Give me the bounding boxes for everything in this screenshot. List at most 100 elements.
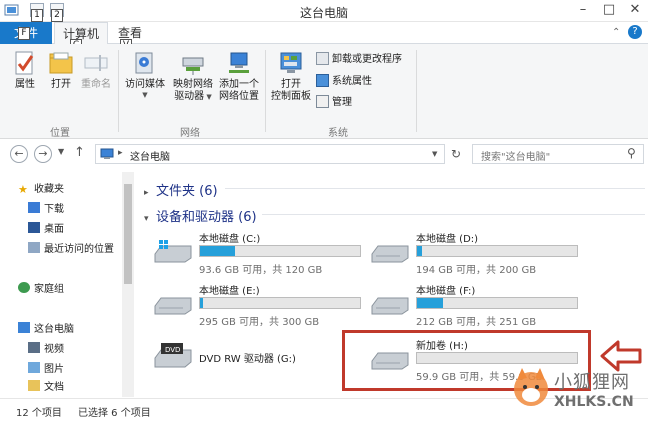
- drive-f[interactable]: 本地磁盘 (F:) 212 GB 可用，共 251 GB: [370, 282, 580, 330]
- media-icon: [132, 50, 158, 76]
- drive-info: 194 GB 可用，共 200 GB: [416, 265, 537, 276]
- nav-item-label: 图片: [44, 364, 64, 375]
- nav-item-homegroup[interactable]: 家庭组: [18, 282, 64, 298]
- ribbon-separator: [416, 50, 417, 132]
- group-label-network: 网络: [180, 128, 200, 139]
- search-icon[interactable]: ⚲: [627, 146, 636, 160]
- maximize-button[interactable]: □: [596, 0, 622, 20]
- add-network-label: 添加一个: [219, 79, 259, 90]
- dvd-drive-icon: DVD: [153, 340, 193, 368]
- recent-places-icon: [28, 242, 40, 253]
- access-media-button[interactable]: 访问媒体 ▼: [122, 50, 168, 99]
- folders-group-header[interactable]: ▸ 文件夹 (6): [144, 180, 218, 199]
- navigation-pane: ★ 收藏夹 下载 桌面 最近访问的位置 家庭组 这台电脑 视频 图片 文档: [0, 172, 136, 397]
- system-properties-label: 系统属性: [332, 76, 372, 87]
- minimize-button[interactable]: –: [570, 0, 596, 20]
- address-bar[interactable]: ▸ 这台电脑: [95, 144, 445, 164]
- drive-usage-bar: [416, 297, 578, 309]
- control-panel-icon: [278, 50, 304, 76]
- nav-item-downloads[interactable]: 下载: [28, 202, 64, 218]
- chevron-up-icon[interactable]: ⌃: [612, 27, 620, 38]
- refresh-icon[interactable]: ↻: [451, 147, 461, 161]
- system-properties-icon: [316, 74, 329, 87]
- selection-count: 已选择 6 个项目: [78, 408, 151, 419]
- download-folder-icon: [28, 202, 40, 213]
- drive-name: 本地磁盘 (D:): [416, 234, 479, 245]
- add-network-location-button[interactable]: 添加一个 网络位置: [216, 50, 262, 103]
- nav-item-label: 家庭组: [34, 284, 64, 295]
- drive-usage-fill: [417, 298, 443, 308]
- breadcrumb-separator-icon: ▸: [118, 148, 123, 158]
- star-icon: ★: [18, 183, 28, 196]
- manage-label: 管理: [332, 97, 352, 108]
- rename-button[interactable]: 重命名: [78, 50, 114, 91]
- nav-item-this-pc[interactable]: 这台电脑: [18, 322, 74, 338]
- drive-g[interactable]: DVD DVD RW 驱动器 (G:): [153, 336, 363, 384]
- navigation-bar: ← → ▼ ↑ ▸ 这台电脑 ▼ ↻ 搜索"这台电脑" ⚲: [0, 140, 648, 168]
- drive-info: 93.6 GB 可用，共 120 GB: [199, 265, 323, 276]
- group-label-location: 位置: [50, 128, 70, 139]
- drive-c[interactable]: 本地磁盘 (C:) 93.6 GB 可用，共 120 GB: [153, 230, 363, 278]
- drive-info: 295 GB 可用，共 300 GB: [199, 317, 320, 328]
- address-dropdown-icon[interactable]: ▼: [432, 150, 437, 158]
- group-label-system: 系统: [328, 128, 348, 139]
- drive-d[interactable]: 本地磁盘 (D:) 194 GB 可用，共 200 GB: [370, 230, 580, 278]
- search-placeholder: 搜索"这台电脑": [481, 152, 551, 163]
- map-network-label: 映射网络: [173, 79, 213, 90]
- map-drive-icon: [180, 50, 206, 76]
- nav-item-recent-places[interactable]: 最近访问的位置: [28, 242, 114, 258]
- watermark-en: XHLKS.CN: [554, 394, 634, 410]
- nav-pane-scrollbar-thumb[interactable]: [124, 184, 132, 284]
- nav-item-favorites[interactable]: ★ 收藏夹: [18, 182, 64, 198]
- back-icon[interactable]: ←: [10, 145, 28, 163]
- drive-e[interactable]: 本地磁盘 (E:) 295 GB 可用，共 300 GB: [153, 282, 363, 330]
- ribbon-tab-row: 文件 F 计算机 C 查看 V ⌃ ?: [0, 22, 648, 52]
- window-title: 这台电脑: [299, 6, 348, 20]
- search-input[interactable]: 搜索"这台电脑" ⚲: [472, 144, 644, 164]
- breadcrumb-path[interactable]: 这台电脑: [130, 148, 170, 163]
- pictures-folder-icon: [28, 362, 40, 373]
- map-network-drive-button[interactable]: 映射网络 驱动器 ▼: [170, 50, 216, 103]
- ribbon: 属性 打开 重命名 位置 访问媒体 ▼ 映射网络 驱动器 ▼ 添加一个 网络位置: [0, 44, 648, 139]
- rename-label: 重命名: [81, 79, 111, 90]
- drive-usage-bar: [199, 245, 361, 257]
- properties-button[interactable]: 属性: [8, 50, 42, 91]
- ribbon-separator: [265, 50, 266, 132]
- uninstall-icon: [316, 52, 329, 65]
- expand-chevron-icon: ▸: [144, 188, 149, 198]
- uninstall-programs-button[interactable]: 卸载或更改程序: [316, 52, 402, 68]
- nav-item-label: 收藏夹: [34, 184, 64, 195]
- nav-item-videos[interactable]: 视频: [28, 342, 64, 358]
- forward-icon[interactable]: →: [34, 145, 52, 163]
- nav-item-label: 下载: [44, 204, 64, 215]
- drive-usage-fill: [200, 246, 236, 256]
- nav-item-label: 最近访问的位置: [44, 244, 114, 255]
- nav-item-documents[interactable]: 文档: [28, 380, 64, 396]
- collapse-chevron-icon: ▾: [144, 214, 149, 224]
- open-button[interactable]: 打开: [45, 50, 77, 91]
- drive-usage-fill: [200, 298, 204, 308]
- devices-header: 设备和驱动器 (6): [156, 210, 257, 225]
- up-icon[interactable]: ↑: [74, 145, 85, 160]
- drive-info: 212 GB 可用，共 251 GB: [416, 317, 537, 328]
- nav-item-desktop[interactable]: 桌面: [28, 222, 64, 238]
- rename-icon: [83, 50, 109, 76]
- close-button[interactable]: ✕: [622, 0, 648, 20]
- computer-icon: [100, 148, 114, 160]
- manage-button[interactable]: 管理: [316, 95, 352, 111]
- open-control-panel-label-2: 控制面板: [271, 91, 311, 102]
- item-count: 12 个项目: [16, 408, 62, 419]
- computer-icon: [18, 322, 30, 333]
- help-icon[interactable]: ?: [628, 25, 642, 39]
- system-properties-button[interactable]: 系统属性: [316, 74, 372, 90]
- devices-group-header[interactable]: ▾ 设备和驱动器 (6): [144, 206, 257, 225]
- drive-name: 本地磁盘 (E:): [199, 286, 260, 297]
- uninstall-label: 卸载或更改程序: [332, 54, 402, 65]
- nav-item-pictures[interactable]: 图片: [28, 362, 64, 378]
- folders-divider: [225, 188, 645, 189]
- open-control-panel-button[interactable]: 打开 控制面板: [268, 50, 314, 103]
- folders-header: 文件夹 (6): [156, 184, 218, 199]
- recent-icon[interactable]: ▼: [58, 147, 64, 156]
- nav-item-label: 文档: [44, 382, 64, 393]
- documents-folder-icon: [28, 380, 40, 391]
